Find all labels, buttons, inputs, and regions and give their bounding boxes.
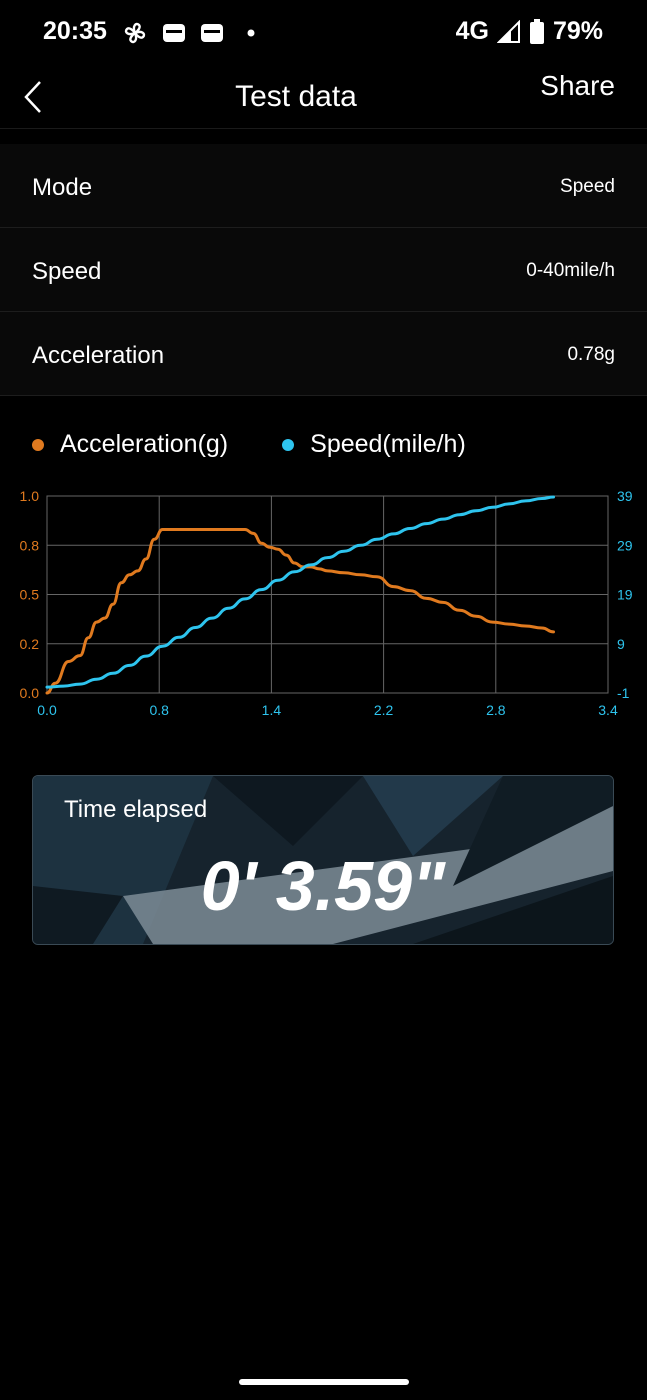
right-axis-tick-label: 39 [617, 488, 633, 504]
info-label: Acceleration [32, 342, 165, 369]
info-row-speed: Speed 0-40mile/h [0, 228, 647, 312]
test-chart: 1.0 0.8 0.5 0.2 0.0 39 29 19 9 -1 0.0 0.8 1.4 2.2 2.8 3… [20, 488, 633, 718]
notification-icons [122, 18, 264, 48]
wallet-icon [163, 24, 185, 42]
right-axis-tick-label: 9 [617, 636, 625, 652]
battery-icon [529, 18, 544, 44]
time-elapsed-value: 0' 3.59" [200, 847, 446, 925]
info-label: Mode [32, 174, 93, 201]
info-row-mode: Mode Speed [0, 144, 647, 228]
left-axis-tick-label: 1.0 [20, 488, 40, 504]
time-elapsed-card: Time elapsed 0' 3.59" [32, 775, 614, 945]
share-button[interactable]: Share [540, 70, 615, 102]
legend-label: Speed(mile/h) [310, 430, 466, 458]
legend-label: Acceleration(g) [60, 430, 229, 458]
status-bar: 20:35 4G 79% [0, 0, 647, 66]
right-axis-tick-label: -1 [617, 685, 630, 701]
x-axis-tick-label: 3.4 [598, 702, 618, 718]
wallet-icon [201, 24, 223, 42]
chart-legend: Acceleration(g) Speed(mile/h) [32, 430, 520, 459]
left-axis-tick-label: 0.2 [20, 636, 40, 652]
left-axis-tick-label: 0.0 [20, 685, 40, 701]
page-title: Test data [235, 80, 357, 113]
info-label: Speed [32, 258, 102, 285]
x-axis-tick-label: 0.8 [149, 702, 169, 718]
speed-series-line [45, 495, 555, 689]
dot-icon [247, 29, 255, 37]
x-axis-tick-label: 2.8 [486, 702, 506, 718]
signal-icon [496, 19, 520, 43]
legend-item-speed: Speed(mile/h) [282, 430, 466, 459]
x-axis-tick-label: 2.2 [374, 702, 394, 718]
fan-icon [124, 22, 146, 44]
left-axis-tick-label: 0.5 [20, 587, 40, 603]
battery-percent: 79% [552, 17, 603, 45]
info-value: 0.78g [567, 344, 615, 365]
x-axis-tick-label: 0.0 [37, 702, 57, 718]
info-value: 0-40mile/h [526, 260, 615, 281]
right-axis-tick-label: 29 [617, 537, 633, 553]
legend-item-acceleration: Acceleration(g) [32, 430, 228, 459]
status-right: 4G 79% [456, 17, 603, 46]
test-info-list: Mode Speed Speed 0-40mile/h Acceleration… [0, 144, 647, 396]
info-row-acceleration: Acceleration 0.78g [0, 312, 647, 396]
right-axis-tick-label: 19 [617, 587, 633, 603]
status-time: 20:35 [43, 17, 107, 45]
left-axis-tick-label: 0.8 [20, 537, 40, 553]
x-axis-tick-label: 1.4 [262, 702, 282, 718]
info-value: Speed [560, 176, 615, 197]
network-type: 4G [455, 17, 489, 45]
time-elapsed-label: Time elapsed [64, 796, 208, 823]
legend-dot-acceleration [32, 438, 44, 451]
legend-dot-speed [282, 438, 295, 451]
top-app-bar: Test data Share [0, 66, 647, 129]
home-indicator[interactable] [239, 1379, 409, 1385]
